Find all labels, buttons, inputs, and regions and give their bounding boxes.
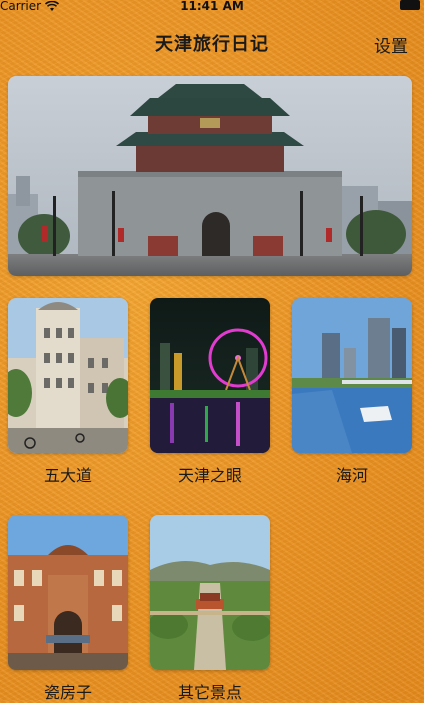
haihe-river-photo: [292, 298, 412, 453]
tianjin-eye-photo: [150, 298, 270, 453]
spot-label: 天津之眼: [177, 466, 242, 485]
spot-tile-porcelain-house[interactable]: 瓷房子: [8, 515, 128, 703]
spot-label: 瓷房子: [43, 683, 92, 702]
porcelain-house-photo: [8, 515, 128, 670]
drum-tower-photo: [8, 76, 412, 276]
spot-tile-wudadao[interactable]: 五大道: [8, 298, 128, 486]
clock: 11:41 AM: [180, 0, 244, 13]
spot-tile-other-attractions[interactable]: 其它景点: [150, 515, 270, 703]
page-title: 天津旅行日记: [155, 34, 269, 55]
other-attractions-photo: [150, 515, 270, 670]
settings-button[interactable]: 设置: [374, 32, 408, 57]
wudadao-photo: [8, 298, 128, 453]
hero-image[interactable]: [8, 76, 412, 276]
spot-label: 海河: [335, 466, 368, 485]
spot-tile-tianjin-eye[interactable]: 天津之眼: [150, 298, 270, 486]
status-bar: Carrier 11:41 AM: [0, 0, 424, 14]
battery-icon: [400, 0, 420, 10]
spot-label: 五大道: [43, 466, 92, 485]
spot-tile-haihe[interactable]: 海河: [292, 298, 412, 486]
spot-label: 其它景点: [177, 683, 242, 702]
